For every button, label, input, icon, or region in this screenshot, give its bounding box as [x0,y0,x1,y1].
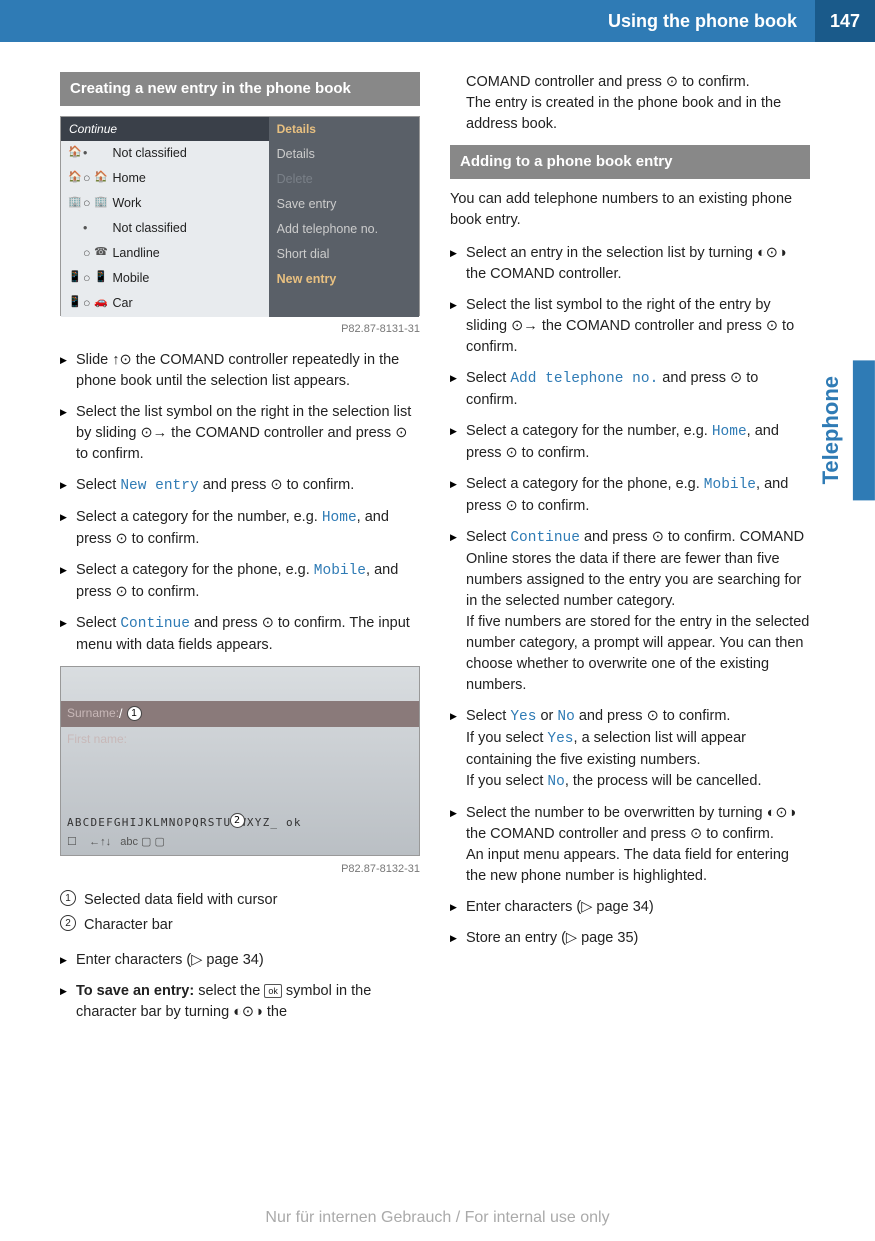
instruction-step: Select the number to be overwritten by t… [450,803,810,887]
instruction-step: Select Yes or No and press ⊙ to confirm.… [450,706,810,793]
menu-item: Short dial [269,241,419,266]
steps-save-entry: Enter characters (▷ page 34) To save an e… [60,950,420,1023]
menu-item: Add telephone no. [269,216,419,241]
intro-add: You can add telephone numbers to an exis… [450,189,810,231]
list-item: 📱○🚗 Car [61,291,269,316]
list-item: 📱○📱 Mobile [61,266,269,291]
callout-1-icon: 1 [127,706,142,721]
ss2-bottom-bar: ☐ ←↑↓ abc ▢ ▢ [67,835,413,851]
instruction-step: Select Continue and press ⊙ to confirm. … [60,613,420,656]
instruction-step: Select the list symbol to the right of t… [450,295,810,358]
instruction-step: Enter characters (▷ page 34) [450,897,810,918]
ss1-top-details: Details [269,117,419,141]
ss1-top-continue: Continue [61,117,269,141]
section-tab-telephone: Telephone [809,360,875,500]
menu-item: Details [269,141,419,166]
list-item: ○☎ Landline [61,241,269,266]
instruction-step: Select Add telephone no. and press ⊙ to … [450,368,810,411]
continuation-text: COMAND controller and press ⊙ to confirm… [466,72,810,135]
footer-watermark: Nur für internen Gebrauch / For internal… [0,1206,875,1229]
menu-item: Delete [269,166,419,191]
list-item: 🏠○🏠 Home [61,166,269,191]
menu-item: New entry [269,266,419,291]
list-item: 🏢○🏢 Work [61,191,269,216]
instruction-step: Select a category for the phone, e.g. Mo… [450,474,810,517]
instruction-step: Select a category for the number, e.g. H… [60,507,420,550]
page-body: Creating a new entry in the phone book C… [0,72,875,1033]
list-item: • Not classified [61,216,269,241]
ss2-firstname-row: First name: [61,727,419,753]
ss1-left-list: 🏠• Not classified🏠○🏠 Home🏢○🏢 Work• Not c… [61,141,269,317]
section-heading-add: Adding to a phone book entry [450,145,810,179]
section-heading-create: Creating a new entry in the phone book [60,72,420,106]
list-item: 🏠• Not classified [61,141,269,166]
instruction-step: Select Continue and press ⊙ to confirm. … [450,527,810,696]
screenshot-input-menu: Surname: / 1 First name: ABCDEFGHIJKLMNO… [60,666,420,856]
screenshot-phonebook-menu: Continue Details 🏠• Not classified🏠○🏠 Ho… [60,116,420,316]
legend-item: 1Selected data field with cursor [60,890,420,911]
ss2-surname-row: Surname: / 1 [61,701,419,727]
instruction-step: Store an entry (▷ page 35) [450,928,810,949]
instruction-step: Enter characters (▷ page 34) [60,950,420,971]
figure-id-1: P82.87-8131-31 [60,322,420,338]
instruction-step: Select an entry in the selection list by… [450,243,810,285]
header-bar: Using the phone book 147 [0,0,875,42]
header-title: Using the phone book [0,0,815,42]
instruction-step: Select a category for the phone, e.g. Mo… [60,560,420,603]
legend-item: 2Character bar [60,915,420,936]
instruction-step: To save an entry: select the ok symbol i… [60,981,420,1023]
page-number: 147 [815,0,875,42]
figure-id-2: P82.87-8132-31 [60,862,420,878]
figure-legend: 1Selected data field with cursor 2Charact… [60,890,420,936]
instruction-step: Select a category for the number, e.g. H… [450,421,810,464]
ss1-right-menu: DetailsDeleteSave entryAdd telephone no.… [269,141,419,317]
instruction-step: Select the list symbol on the right in t… [60,402,420,465]
right-column: COMAND controller and press ⊙ to confirm… [450,72,810,1033]
ss2-character-bar: ABCDEFGHIJKLMNOPQRSTUVWXYZ_ ok 2 [67,815,413,831]
instruction-step: Select New entry and press ⊙ to confirm. [60,475,420,497]
steps-create-entry: Slide ↑⊙ the COMAND controller repeatedl… [60,350,420,656]
instruction-step: Slide ↑⊙ the COMAND controller repeatedl… [60,350,420,392]
steps-add-entry: Select an entry in the selection list by… [450,243,810,949]
menu-item: Save entry [269,191,419,216]
left-column: Creating a new entry in the phone book C… [60,72,420,1033]
